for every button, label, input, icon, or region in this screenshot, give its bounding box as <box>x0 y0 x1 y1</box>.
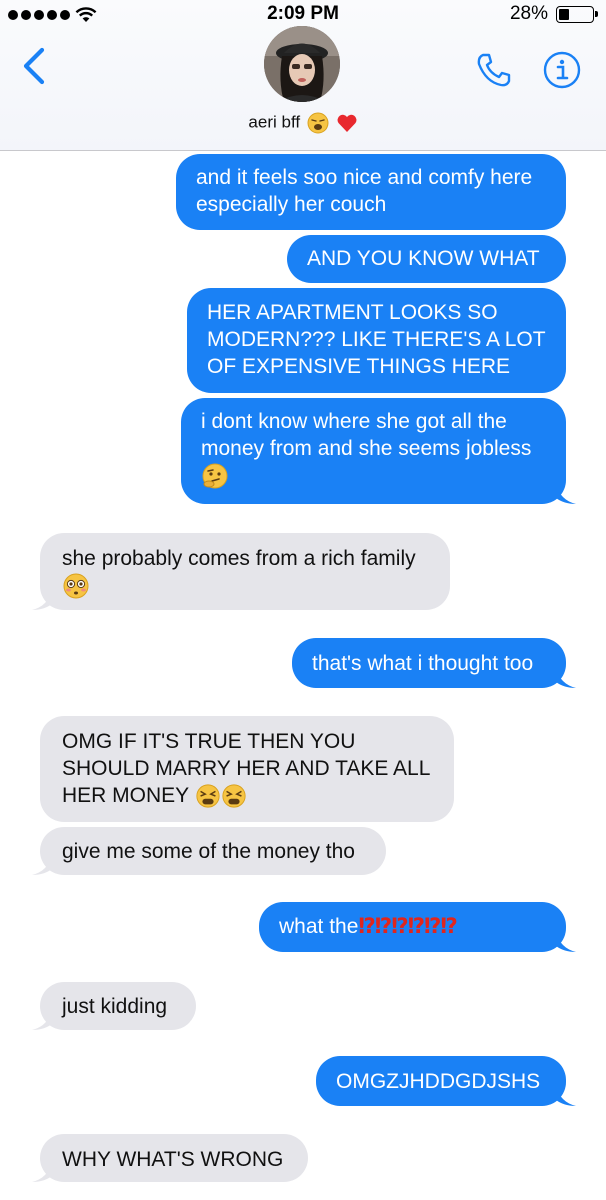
message-text: and it feels soo nice and comfy here esp… <box>196 166 533 216</box>
bubble-tail <box>32 1162 52 1182</box>
bubble-tail <box>32 1010 52 1030</box>
received-message[interactable]: just kidding <box>40 982 196 1030</box>
tired-face-icon <box>222 784 246 809</box>
avatar-photo <box>264 26 340 102</box>
message-text: she probably comes from a rich family <box>62 547 416 570</box>
bubble-tail <box>556 484 576 504</box>
battery-icon <box>556 6 598 23</box>
message-text: give me some of the money tho <box>62 840 355 863</box>
contact-name-text: aeri bff <box>248 112 301 132</box>
tired-face-icon <box>196 784 220 809</box>
message-text: what the <box>279 915 359 938</box>
received-message[interactable]: WHY WHAT'S WRONG <box>40 1134 308 1182</box>
phone-icon[interactable] <box>474 50 514 90</box>
message-text: that's what i thought too <box>312 652 534 675</box>
received-message[interactable]: she probably comes from a rich family <box>40 533 450 610</box>
received-message[interactable]: give me some of the money tho <box>40 827 386 875</box>
bubble-tail <box>556 1086 576 1106</box>
sent-message[interactable]: AND YOU KNOW WHAT <box>287 235 566 283</box>
info-icon[interactable] <box>542 50 582 90</box>
message-text: HER APARTMENT LOOKS SO MODERN??? LIKE TH… <box>207 301 546 378</box>
sent-message[interactable]: what the⁉⁉⁉⁉⁉⁉ <box>259 902 566 952</box>
sent-message[interactable]: OMGZJHDDGDJSHS <box>316 1056 566 1106</box>
sent-message[interactable]: and it feels soo nice and comfy here esp… <box>176 154 566 230</box>
sent-message[interactable]: i dont know where she got all the money … <box>181 398 566 504</box>
contact-name[interactable]: aeri bff <box>0 112 606 134</box>
bubble-tail <box>556 932 576 952</box>
contact-avatar[interactable] <box>264 26 340 102</box>
battery-percent: 28% <box>509 3 548 24</box>
message-text: OMGZJHDDGDJSHS <box>336 1070 541 1093</box>
weary-face-icon <box>307 112 329 134</box>
flushed-face-icon <box>63 573 89 599</box>
message-text: AND YOU KNOW WHAT <box>307 247 540 270</box>
message-text: WHY WHAT'S WRONG <box>62 1148 284 1171</box>
red-heart-icon <box>337 114 357 132</box>
thinking-face-icon <box>202 463 228 489</box>
bubble-tail <box>32 855 52 875</box>
sent-message[interactable]: that's what i thought too <box>292 638 566 688</box>
received-message[interactable]: OMG IF IT'S TRUE THEN YOU SHOULD MARRY H… <box>40 716 454 822</box>
bubble-tail <box>32 590 52 610</box>
back-chevron-icon[interactable] <box>18 46 52 86</box>
message-text: just kidding <box>62 995 168 1018</box>
interrobang-emojis: ⁉⁉⁉⁉⁉⁉ <box>358 915 457 938</box>
message-text: i dont know where she got all the money … <box>201 410 532 460</box>
sent-message[interactable]: HER APARTMENT LOOKS SO MODERN??? LIKE TH… <box>187 288 566 393</box>
conversation-header: 2:09 PM 28% aeri bff <box>0 0 606 151</box>
bubble-tail <box>556 668 576 688</box>
